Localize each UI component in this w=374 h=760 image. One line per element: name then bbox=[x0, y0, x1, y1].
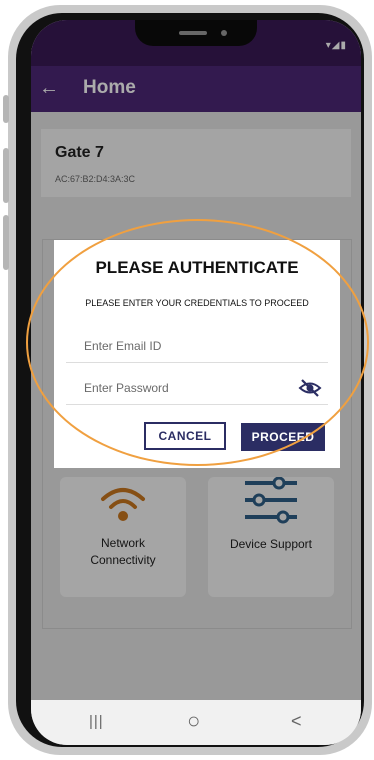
recent-apps-button[interactable]: ||| bbox=[89, 713, 104, 730]
back-button[interactable]: < bbox=[291, 711, 302, 732]
android-nav-bar: ||| ○ < bbox=[31, 700, 361, 745]
highlight-circle bbox=[26, 219, 369, 466]
volume-button bbox=[3, 148, 9, 203]
volume-button bbox=[3, 95, 9, 123]
power-button bbox=[3, 215, 9, 270]
home-button[interactable]: ○ bbox=[187, 708, 200, 734]
